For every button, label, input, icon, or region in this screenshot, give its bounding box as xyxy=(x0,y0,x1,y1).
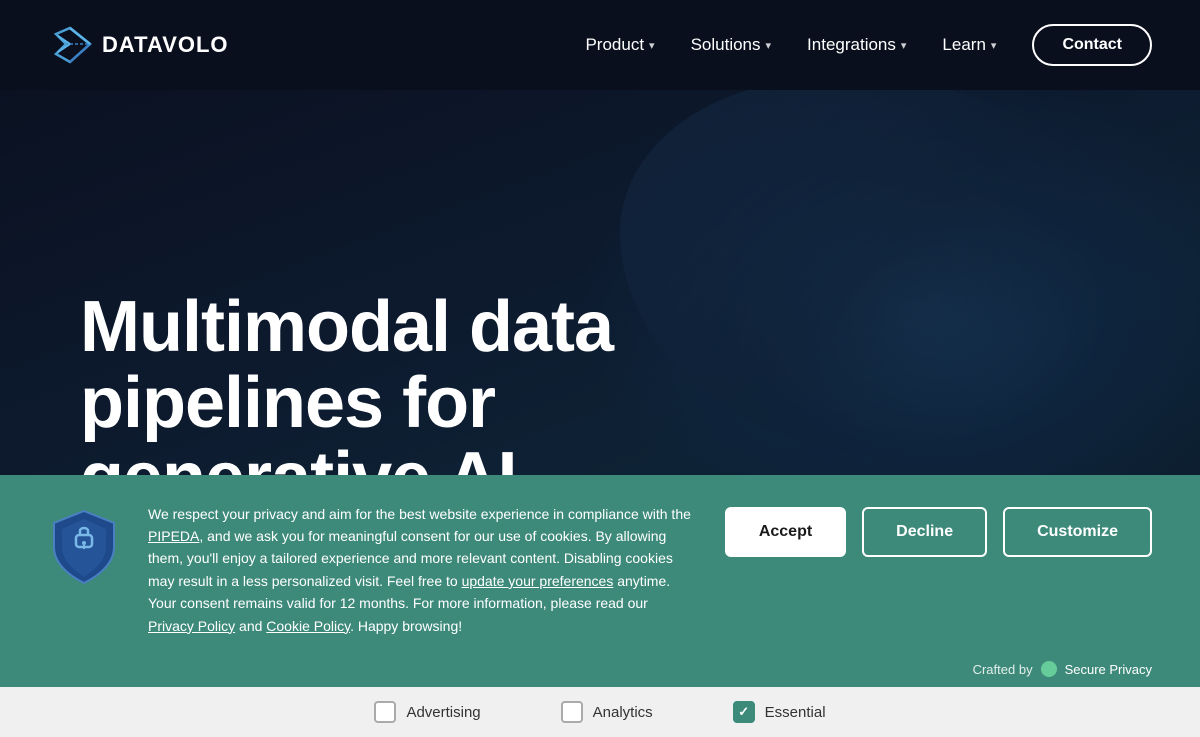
shield-icon xyxy=(48,507,120,587)
nav-solutions-chevron: ▾ xyxy=(766,39,772,52)
checkbox-advertising[interactable]: Advertising xyxy=(374,701,480,723)
checkbox-advertising-label: Advertising xyxy=(406,704,480,721)
nav-learn[interactable]: Learn ▾ xyxy=(942,35,996,55)
secure-privacy-label: Secure Privacy xyxy=(1065,662,1152,677)
nav-solutions[interactable]: Solutions ▾ xyxy=(691,35,771,55)
nav-integrations-label: Integrations xyxy=(807,35,896,55)
nav-product-chevron: ▾ xyxy=(649,39,655,52)
cookie-checkboxes: Advertising Analytics Essential xyxy=(0,687,1200,737)
preferences-link[interactable]: update your preferences xyxy=(462,573,614,589)
checkbox-essential-label: Essential xyxy=(765,704,826,721)
nav-product[interactable]: Product ▾ xyxy=(585,35,654,55)
nav-learn-label: Learn xyxy=(942,35,985,55)
checkbox-essential-box[interactable] xyxy=(733,701,755,723)
cookie-left: We respect your privacy and aim for the … xyxy=(48,503,693,637)
nav-integrations-chevron: ▾ xyxy=(901,39,907,52)
cookie-main-row: We respect your privacy and aim for the … xyxy=(48,503,1152,661)
nav-integrations[interactable]: Integrations ▾ xyxy=(807,35,906,55)
cookie-buttons: Accept Decline Customize xyxy=(725,507,1152,557)
hero-title-line2: pipelines for xyxy=(80,363,495,443)
crafted-label: Crafted by xyxy=(973,662,1033,677)
checkbox-advertising-box[interactable] xyxy=(374,701,396,723)
logo-link[interactable]: DATAVOLO xyxy=(48,23,229,67)
hero-title-line1: Multimodal data xyxy=(80,287,613,367)
shield-icon-wrap xyxy=(48,507,120,592)
secure-privacy-dot xyxy=(1041,661,1057,677)
cookie-policy-link[interactable]: Cookie Policy xyxy=(266,618,350,634)
checkbox-essential[interactable]: Essential xyxy=(733,701,826,723)
nav-learn-chevron: ▾ xyxy=(991,39,997,52)
accept-button[interactable]: Accept xyxy=(725,507,846,557)
nav-links: Product ▾ Solutions ▾ Integrations ▾ Lea… xyxy=(585,24,1152,66)
crafted-row: Crafted by Secure Privacy xyxy=(48,661,1152,687)
logo-icon xyxy=(48,23,92,67)
checkbox-analytics-box[interactable] xyxy=(561,701,583,723)
pipeda-link[interactable]: PIPEDA xyxy=(148,528,199,544)
navbar: DATAVOLO Product ▾ Solutions ▾ Integrati… xyxy=(0,0,1200,90)
nav-solutions-label: Solutions xyxy=(691,35,761,55)
nav-product-label: Product xyxy=(585,35,644,55)
customize-button[interactable]: Customize xyxy=(1003,507,1152,557)
cookie-banner: We respect your privacy and aim for the … xyxy=(0,475,1200,737)
checkbox-analytics[interactable]: Analytics xyxy=(561,701,653,723)
cookie-text: We respect your privacy and aim for the … xyxy=(148,503,693,637)
contact-button[interactable]: Contact xyxy=(1032,24,1152,66)
checkbox-analytics-label: Analytics xyxy=(593,704,653,721)
logo-text: DATAVOLO xyxy=(102,32,229,58)
privacy-policy-link[interactable]: Privacy Policy xyxy=(148,618,235,634)
decline-button[interactable]: Decline xyxy=(862,507,987,557)
